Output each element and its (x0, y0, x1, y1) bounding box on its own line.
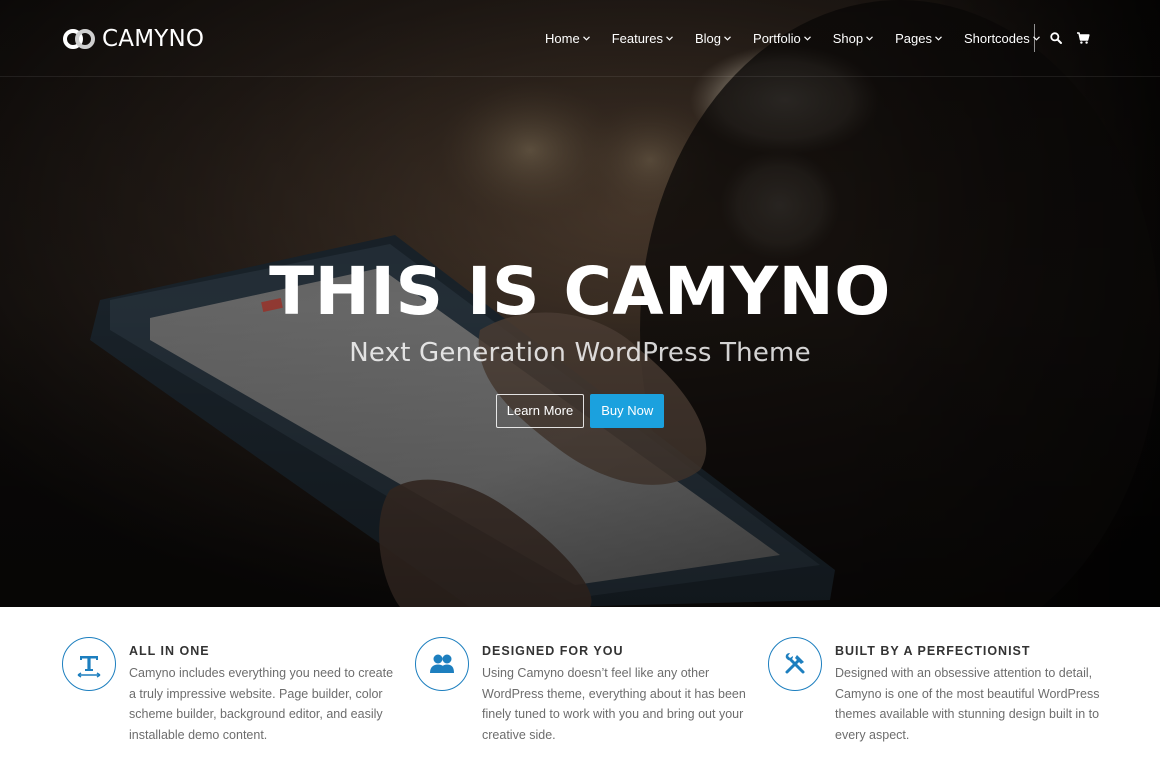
nav-item-label: Pages (895, 30, 932, 46)
hero-title: THIS IS CAMYNO (269, 253, 891, 330)
hero-section: CAMYNO Home Features Blog Portfolio Shop (0, 0, 1160, 607)
learn-more-button[interactable]: Learn More (495, 394, 585, 428)
feature-title: BUILT BY A PERFECTIONIST (835, 644, 1031, 658)
hero-subtitle: Next Generation WordPress Theme (349, 338, 811, 368)
nav-item-label: Portfolio (753, 30, 801, 46)
nav-item-label: Features (611, 30, 663, 46)
feature-icon-circle (415, 637, 469, 691)
feature-description: Using Camyno doesn’t feel like any other… (482, 666, 746, 742)
nav-item-home[interactable]: Home (545, 31, 590, 46)
chevron-down-icon (666, 35, 673, 41)
nav-item-label: Home (545, 30, 580, 46)
feature-icon-circle (768, 637, 822, 691)
chevron-down-icon (935, 35, 942, 41)
chevron-down-icon (724, 35, 731, 41)
brand-logo[interactable]: CAMYNO (62, 26, 204, 52)
feature-description: Camyno includes everything you need to c… (129, 666, 394, 742)
tools-icon (785, 653, 805, 674)
hero-buttons: Learn More Buy Now (0, 394, 1160, 428)
nav-item-label: Shortcodes (963, 30, 1030, 46)
nav-item-features[interactable]: Features (612, 31, 673, 46)
chevron-down-icon (582, 35, 590, 41)
features-section: ALL IN ONE Camyno includes everything yo… (0, 607, 1160, 772)
cart-icon[interactable] (1076, 31, 1090, 45)
nav-item-label: Blog (695, 30, 722, 46)
header-bar: CAMYNO Home Features Blog Portfolio Shop (0, 0, 1160, 77)
nav-item-label: Shop (832, 30, 864, 46)
nav-item-shop[interactable]: Shop (832, 30, 874, 46)
logo-mark-icon (63, 29, 95, 49)
search-icon[interactable] (1049, 31, 1063, 45)
nav-item-blog[interactable]: Blog (695, 31, 731, 46)
feature-title: ALL IN ONE (129, 644, 210, 658)
main-navigation: Home Features Blog Portfolio Shop Pages (545, 29, 1062, 47)
feature-title: DESIGNED FOR YOU (482, 644, 624, 658)
brand-name: CAMYNO (102, 26, 205, 52)
nav-item-shortcodes[interactable]: Shortcodes (964, 31, 1040, 46)
chevron-down-icon (803, 35, 811, 41)
chevron-down-icon (866, 35, 874, 41)
buy-now-button[interactable]: Buy Now (590, 394, 665, 428)
users-icon (430, 654, 454, 673)
nav-divider (1034, 24, 1035, 52)
feature-description: Designed with an obsessive attention to … (835, 666, 1100, 742)
typography-icon (77, 656, 101, 678)
nav-item-portfolio[interactable]: Portfolio (753, 31, 811, 46)
feature-icon-circle (62, 637, 116, 691)
nav-item-pages[interactable]: Pages (895, 31, 942, 46)
hero-content: THIS IS CAMYNO Next Generation WordPress… (0, 252, 1160, 428)
